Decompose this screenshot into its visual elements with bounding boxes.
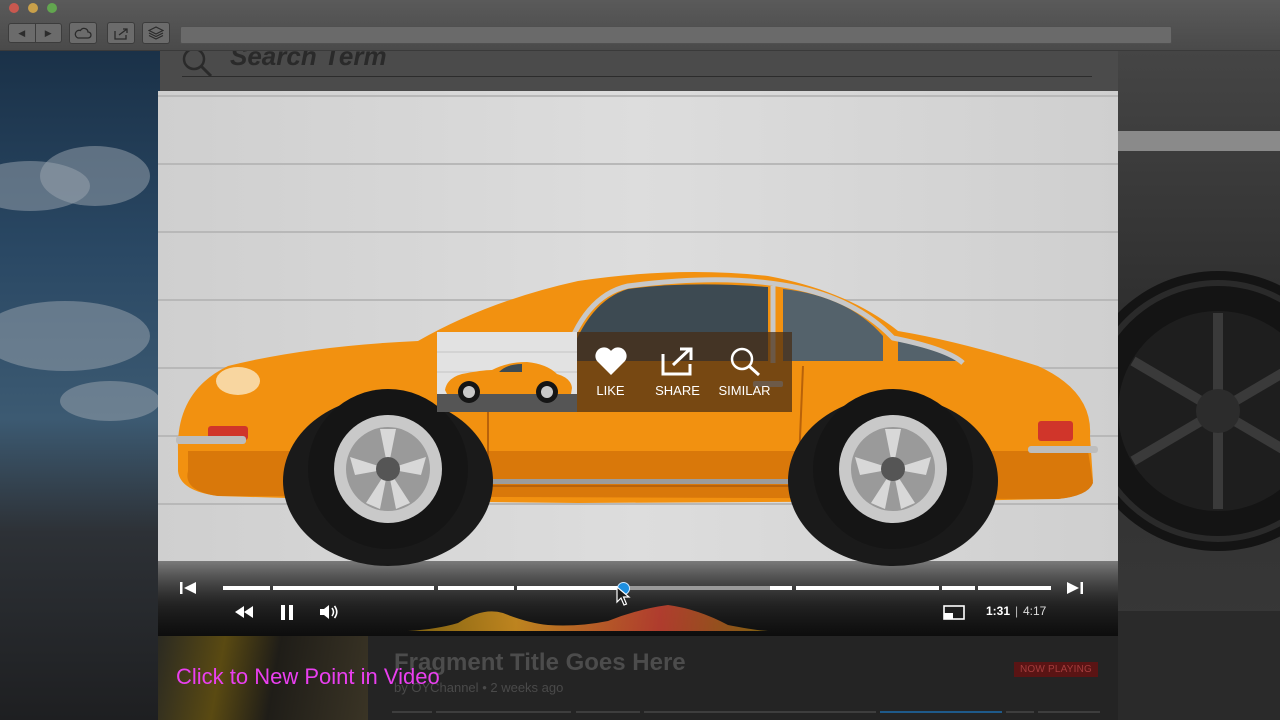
layers-icon — [148, 26, 164, 40]
cloud-button[interactable] — [69, 22, 97, 44]
heart-icon — [594, 347, 627, 375]
cloud-icon — [74, 27, 92, 39]
pause-button[interactable] — [278, 604, 296, 620]
layers-button[interactable] — [142, 22, 170, 44]
close-window-button[interactable] — [9, 3, 19, 13]
fragment-segment — [644, 711, 876, 713]
sky-background — [0, 51, 160, 720]
skip-next-icon — [1067, 582, 1083, 594]
skip-previous-icon — [180, 582, 196, 594]
video-player[interactable]: LIKE SHARE SIMILAR 1:31 | 4:17 — [158, 91, 1118, 636]
timeline-segment[interactable] — [978, 586, 1051, 590]
current-time: 1:31 — [986, 604, 1011, 618]
share-icon — [114, 27, 128, 40]
fragment-segment — [436, 711, 571, 713]
timeline-segment[interactable] — [942, 586, 975, 590]
annotation-caption: Click to New Point in Video — [176, 664, 440, 689]
duration: 4:17 — [1023, 604, 1047, 618]
rewind-button[interactable] — [233, 604, 255, 620]
share-button[interactable]: SHARE — [644, 332, 711, 412]
zoom-window-button[interactable] — [47, 3, 57, 13]
fragment-action-popup: LIKE SHARE SIMILAR — [437, 332, 792, 412]
fragment-age: 2 weeks ago — [490, 680, 564, 695]
search-icon — [730, 347, 760, 376]
background-wheel — [1078, 51, 1280, 720]
volume-icon — [320, 605, 338, 619]
forward-button[interactable]: ▶ — [36, 24, 62, 42]
timeline-segment[interactable] — [517, 586, 622, 590]
time-separator: | — [1015, 604, 1019, 618]
search-icon — [182, 51, 213, 78]
fragment-segment — [576, 711, 640, 713]
timeline-segment[interactable] — [796, 586, 939, 590]
nav-buttons: ◀ ▶ — [8, 23, 62, 43]
cast-screen-button[interactable] — [943, 605, 965, 620]
fragment-segment — [392, 711, 432, 713]
fragment-segment — [1006, 711, 1034, 713]
similar-button[interactable]: SIMILAR — [711, 332, 778, 412]
pause-icon — [281, 604, 293, 620]
search-underline — [182, 76, 1092, 77]
thumbnail-car-image — [437, 332, 577, 412]
like-button[interactable]: LIKE — [577, 332, 644, 412]
timeline-segment[interactable] — [622, 586, 770, 590]
volume-button[interactable] — [319, 603, 339, 621]
fragment-thumbnail[interactable] — [437, 332, 577, 412]
timeline-segment[interactable] — [273, 586, 434, 590]
share-icon — [661, 347, 692, 376]
skip-next-button[interactable] — [1065, 580, 1085, 596]
share-label: SHARE — [655, 383, 700, 398]
fragment-segment-active — [880, 711, 1002, 713]
wheel-graphic — [1078, 131, 1280, 720]
minimize-window-button[interactable] — [28, 3, 38, 13]
share-page-button[interactable] — [107, 22, 135, 44]
now-playing-badge: NOW PLAYING — [1014, 662, 1099, 677]
browser-toolbar: ◀ ▶ — [0, 0, 1280, 51]
rewind-icon — [235, 606, 253, 618]
address-bar[interactable] — [180, 26, 1172, 44]
back-button[interactable]: ◀ — [9, 24, 36, 42]
cast-icon — [943, 605, 965, 620]
timeline-segment[interactable] — [438, 586, 514, 590]
timeline-segment[interactable] — [770, 586, 792, 590]
timeline-segment[interactable] — [223, 586, 270, 590]
like-label: LIKE — [596, 383, 625, 398]
search-input[interactable]: Search Term — [230, 51, 387, 72]
skip-previous-button[interactable] — [178, 580, 198, 596]
fragment-segment — [1038, 711, 1100, 713]
audio-waveform — [408, 605, 768, 631]
similar-label: SIMILAR — [718, 383, 771, 398]
video-car-image — [176, 272, 1098, 566]
search-bar[interactable]: Search Term — [160, 51, 1118, 91]
